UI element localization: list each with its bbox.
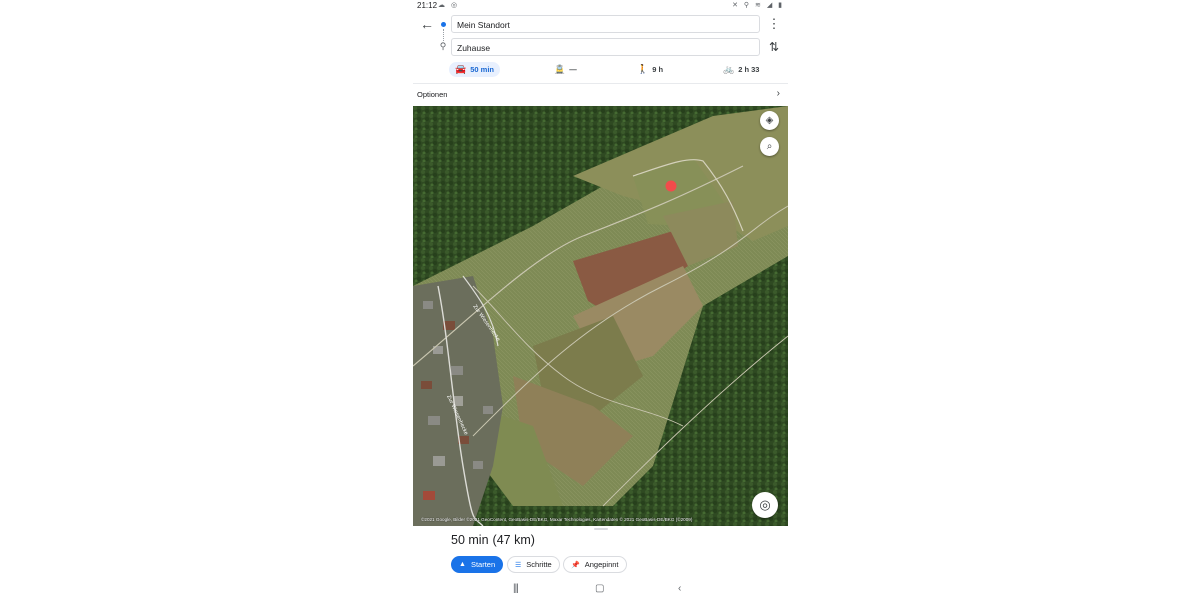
- options-row[interactable]: Optionen ›: [413, 85, 788, 104]
- location-marker: [665, 180, 677, 192]
- search-icon[interactable]: ⌕: [760, 137, 779, 156]
- car-icon: 🚘: [455, 64, 467, 74]
- destination-pin-icon: ⚲: [439, 41, 447, 51]
- bike-icon: 🚲: [723, 64, 735, 74]
- summary-distance: (47 km): [492, 533, 535, 547]
- start-button[interactable]: ▲ Starten: [451, 556, 504, 573]
- mode-transit-label: —: [569, 65, 577, 74]
- navigation-arrow-icon: ▲: [459, 561, 466, 568]
- route-summary: 50 min (47 km): [451, 533, 535, 547]
- notification-icons: ☁ ◎: [438, 2, 460, 9]
- steps-label: Schritte: [526, 560, 552, 569]
- travel-mode-bar: 🚘 50 min 🚊 — 🚶 9 h 🚲 2 h 33: [413, 60, 788, 80]
- steps-button[interactable]: ☰ Schritte: [507, 556, 560, 573]
- phone-screen: 21:12 ☁ ◎ ✕ ⚲ ≋ ◢ ▮ ← ⚲ Mein Standort Zu…: [413, 0, 788, 600]
- mode-driving[interactable]: 🚘 50 min: [449, 62, 500, 77]
- walk-icon: 🚶: [637, 64, 649, 74]
- system-status-icons: ✕ ⚲ ≋ ◢ ▮: [732, 2, 784, 9]
- sheet-handle[interactable]: [594, 528, 608, 530]
- chevron-right-icon: ›: [776, 88, 780, 99]
- route-connector: [443, 29, 445, 41]
- back-chevron-icon[interactable]: ‹: [678, 583, 681, 594]
- layers-icon[interactable]: ◈: [760, 111, 779, 130]
- map-attribution: ©2021 Google, Bilder ©2021 GeoContent, G…: [421, 517, 693, 522]
- mode-driving-label: 50 min: [470, 65, 494, 74]
- recent-apps-icon[interactable]: |||: [513, 583, 519, 594]
- pinned-label: Angepinnt: [584, 560, 619, 569]
- options-label: Optionen: [417, 90, 448, 99]
- map-imagery: Zur Wiesenhecke Zur Wiesenhecke: [413, 106, 788, 526]
- status-bar: 21:12 ☁ ◎ ✕ ⚲ ≋ ◢ ▮: [413, 0, 788, 12]
- pinned-button[interactable]: 📌 Angepinnt: [563, 556, 627, 573]
- divider: [413, 83, 788, 84]
- more-vert-icon[interactable]: ⋮: [767, 16, 781, 31]
- mode-walking-label: 9 h: [652, 65, 664, 74]
- transit-icon: 🚊: [554, 64, 566, 74]
- destination-field[interactable]: Zuhause: [451, 38, 760, 56]
- mode-cycling-label: 2 h 33: [738, 65, 760, 74]
- satellite-map[interactable]: Zur Wiesenhecke Zur Wiesenhecke ◈ ⌕ ◎ ©2…: [413, 106, 788, 526]
- system-nav-bar: ||| ▢ ‹: [413, 580, 788, 600]
- status-time: 21:12: [417, 1, 438, 10]
- list-icon: ☰: [515, 561, 522, 569]
- origin-dot-icon: [441, 22, 446, 27]
- start-label: Starten: [470, 560, 496, 569]
- summary-duration: 50 min: [451, 533, 489, 547]
- home-icon[interactable]: ▢: [595, 583, 604, 594]
- swap-direction-icon[interactable]: ⇅: [767, 39, 781, 55]
- back-arrow-icon[interactable]: ←: [419, 16, 435, 32]
- pin-icon: 📌: [571, 561, 580, 569]
- mode-walking[interactable]: 🚶 9 h: [637, 62, 663, 77]
- origin-field[interactable]: Mein Standort: [451, 15, 760, 33]
- mode-transit[interactable]: 🚊 —: [554, 62, 577, 77]
- my-location-icon[interactable]: ◎: [752, 492, 778, 518]
- mode-cycling[interactable]: 🚲 2 h 33: [723, 62, 759, 77]
